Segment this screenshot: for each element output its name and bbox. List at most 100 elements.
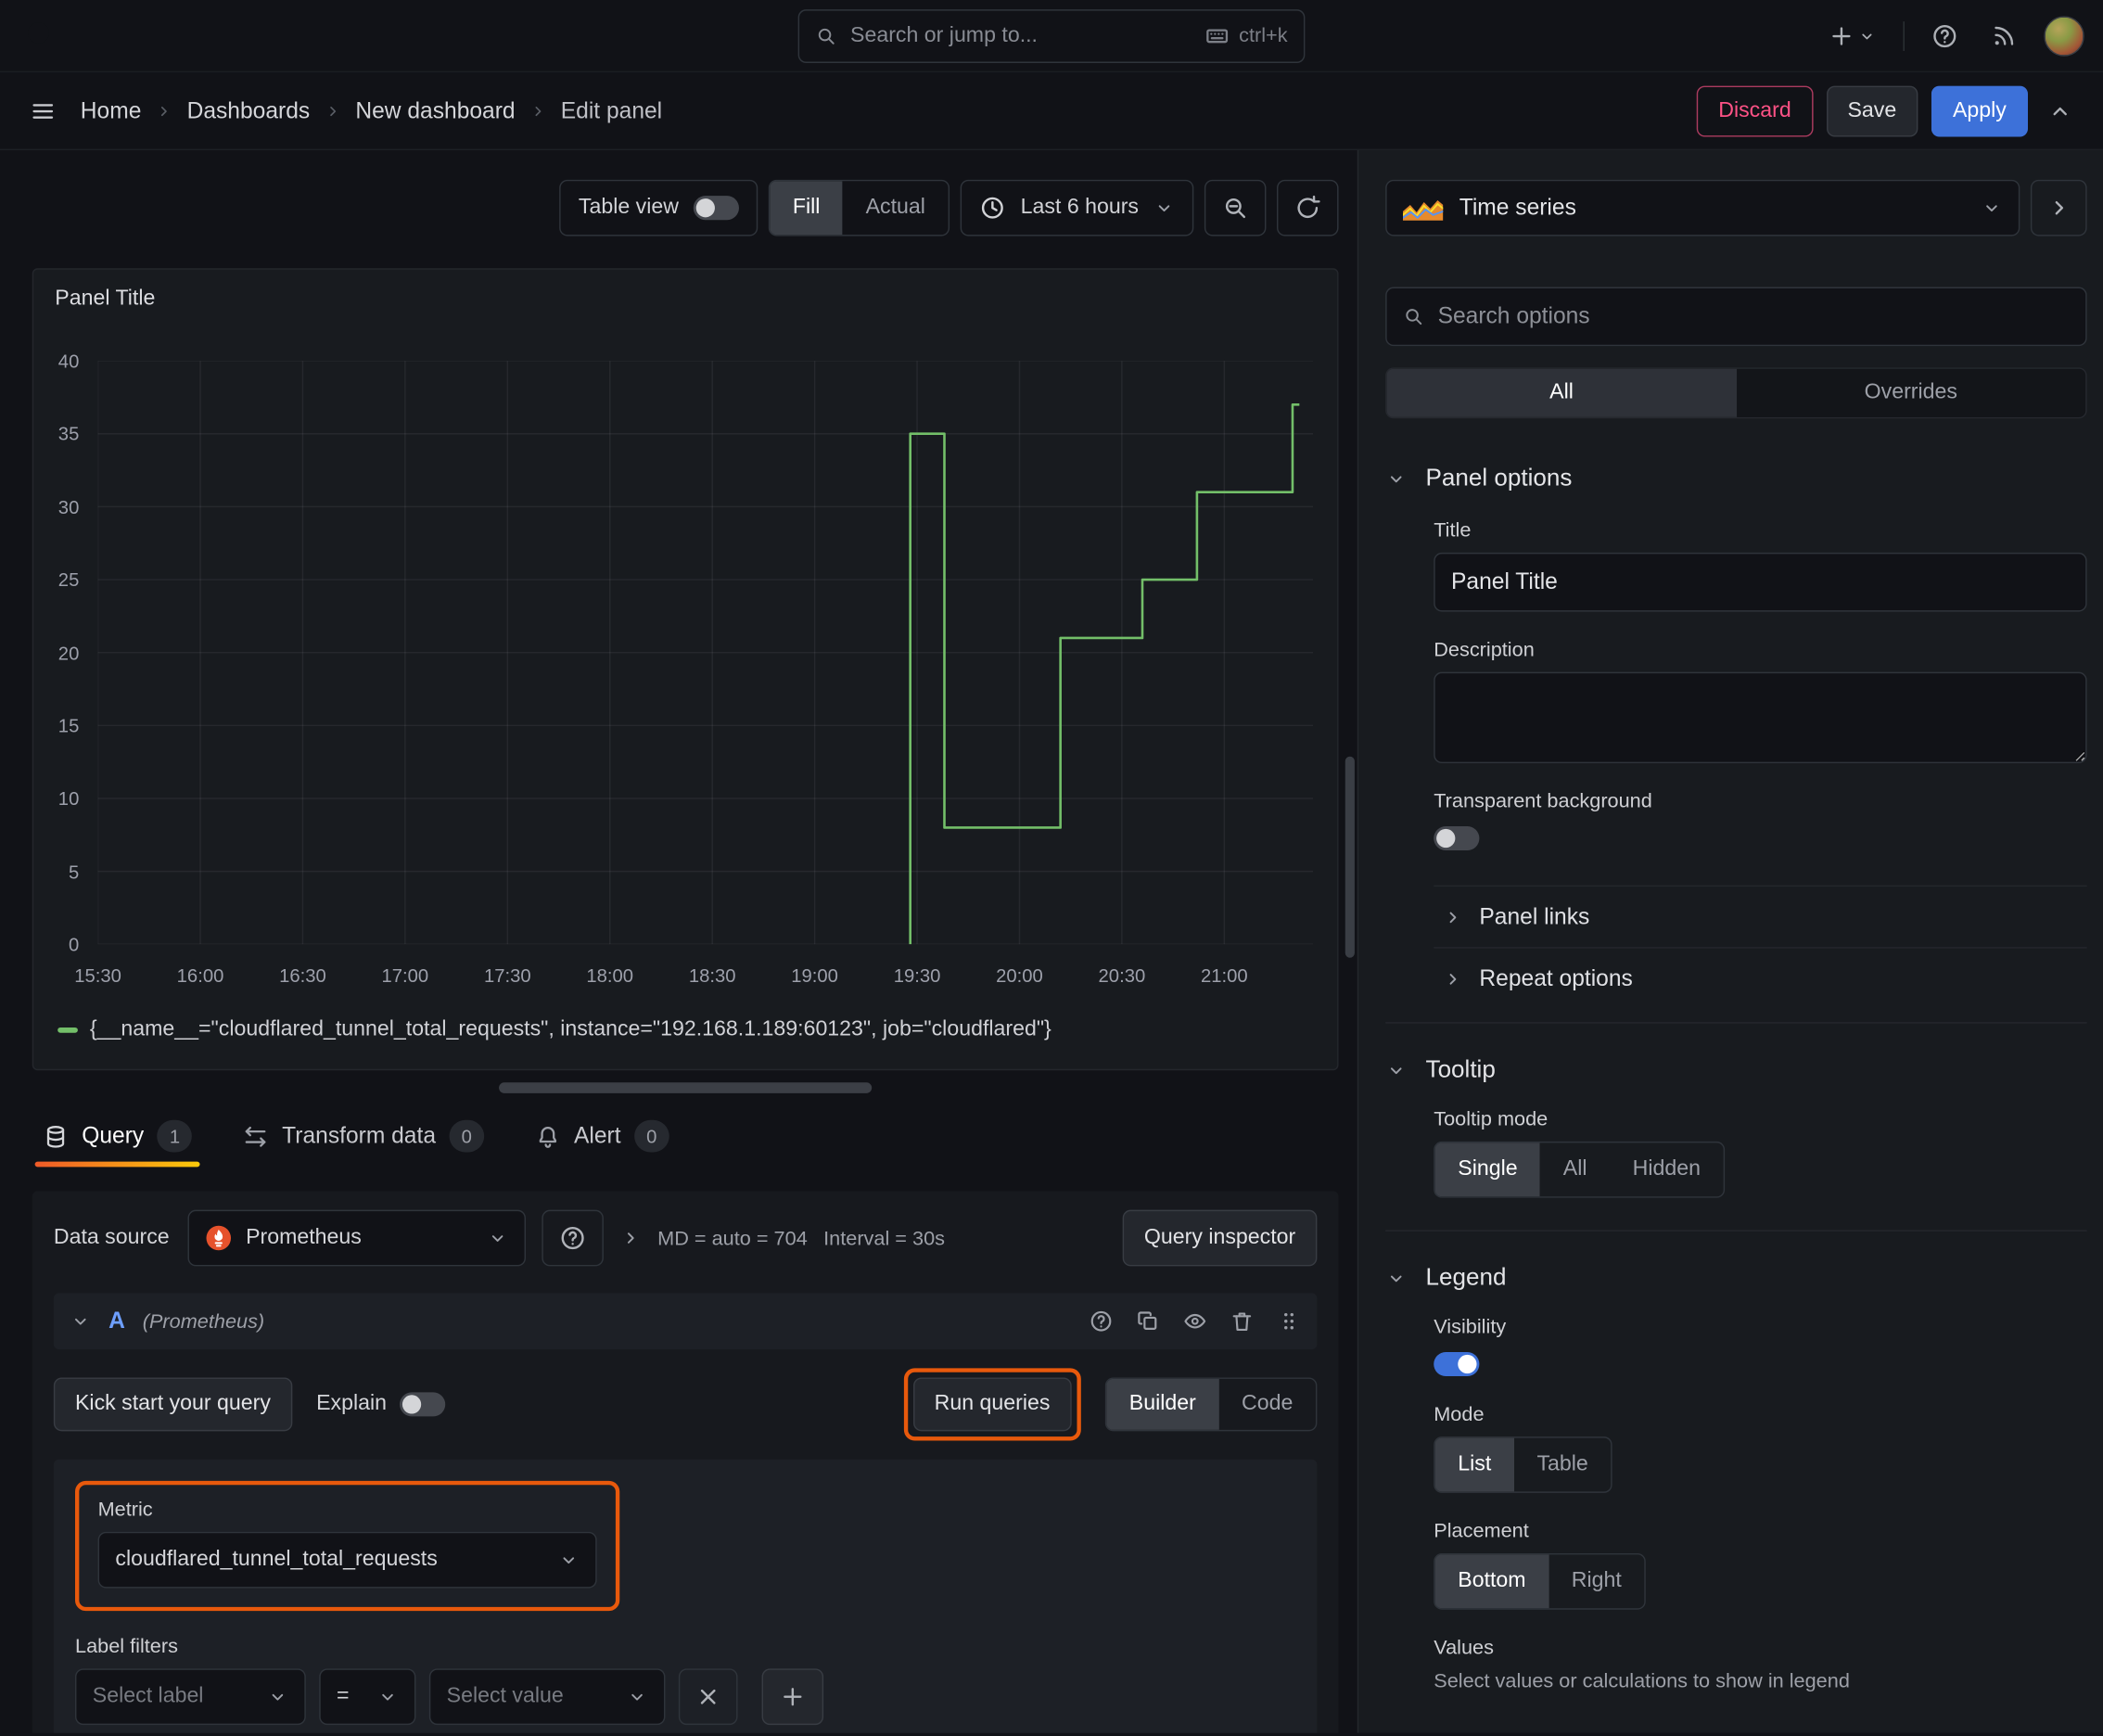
tooltip-header[interactable]: Tooltip bbox=[1385, 1055, 2086, 1083]
time-range-picker[interactable]: Last 6 hours bbox=[960, 179, 1194, 236]
x-axis-tick-label: 19:00 bbox=[791, 964, 838, 987]
tooltip-single-option[interactable]: Single bbox=[1434, 1142, 1541, 1197]
toggle-knob bbox=[1458, 1354, 1477, 1374]
legend-label[interactable]: {__name__="cloudflared_tunnel_total_requ… bbox=[90, 1018, 1052, 1042]
panel-links-label: Panel links bbox=[1479, 903, 1590, 929]
query-row-header[interactable]: A (Prometheus) bbox=[53, 1293, 1318, 1350]
discard-button[interactable]: Discard bbox=[1697, 84, 1813, 136]
panel-links-row[interactable]: Panel links bbox=[1434, 885, 2087, 948]
toggle-visibility-icon[interactable] bbox=[1183, 1309, 1207, 1334]
tab-query[interactable]: Query 1 bbox=[34, 1105, 201, 1168]
tooltip-hidden-option[interactable]: Hidden bbox=[1610, 1142, 1724, 1196]
legend-list-option[interactable]: List bbox=[1434, 1437, 1514, 1492]
query-options-expand[interactable] bbox=[620, 1227, 642, 1248]
duplicate-query-icon[interactable] bbox=[1136, 1309, 1160, 1334]
divider bbox=[1903, 20, 1905, 51]
legend-item[interactable]: {__name__="cloudflared_tunnel_total_requ… bbox=[57, 1018, 1052, 1042]
transparent-background-switch[interactable] bbox=[1434, 825, 1480, 851]
grafana-logo[interactable] bbox=[19, 13, 64, 58]
legend-table-option[interactable]: Table bbox=[1514, 1438, 1612, 1492]
avatar[interactable] bbox=[2044, 15, 2084, 57]
visualization-picker[interactable]: Time series bbox=[1385, 179, 2020, 236]
tooltip-all-option[interactable]: All bbox=[1540, 1142, 1610, 1196]
x-axis: 15:30 16:00 16:30 17:00 17:30 18:00 18:30 19:00… bbox=[74, 959, 1313, 989]
builder-option[interactable]: Builder bbox=[1106, 1378, 1219, 1430]
table-view-toggle[interactable]: Table view bbox=[559, 179, 758, 236]
collapse-header-button[interactable] bbox=[2041, 92, 2079, 129]
placement-right-option[interactable]: Right bbox=[1549, 1554, 1644, 1608]
kick-start-button[interactable]: Kick start your query bbox=[53, 1377, 293, 1432]
panel-resize-handle[interactable] bbox=[499, 1082, 873, 1093]
refresh-button[interactable] bbox=[1276, 179, 1339, 236]
query-ref-id: A bbox=[108, 1308, 125, 1334]
tab-transform-data[interactable]: Transform data 0 bbox=[236, 1105, 492, 1168]
scrollbar-thumb[interactable] bbox=[1345, 756, 1355, 958]
datasource-help-button[interactable] bbox=[542, 1209, 605, 1267]
zoom-out-button[interactable] bbox=[1204, 179, 1267, 236]
query-toolbar: Kick start your query Explain Run querie… bbox=[53, 1368, 1318, 1441]
filter-all-tab[interactable]: All bbox=[1386, 368, 1737, 417]
clock-icon bbox=[979, 195, 1006, 222]
fill-option[interactable]: Fill bbox=[770, 181, 844, 236]
datasource-picker[interactable]: Prometheus bbox=[187, 1209, 527, 1267]
filter-overrides-tab[interactable]: Overrides bbox=[1736, 368, 2086, 417]
actual-option[interactable]: Actual bbox=[843, 181, 948, 235]
tab-label: Query bbox=[82, 1122, 145, 1149]
code-option[interactable]: Code bbox=[1218, 1379, 1316, 1430]
select-label-dropdown[interactable]: Select label bbox=[74, 1668, 306, 1726]
fill-actual-group: Fill Actual bbox=[768, 179, 950, 236]
panel-title[interactable]: Panel Title bbox=[55, 287, 155, 312]
breadcrumb-home[interactable]: Home bbox=[81, 97, 142, 124]
add-filter-button[interactable] bbox=[761, 1668, 824, 1726]
legend-header[interactable]: Legend bbox=[1385, 1264, 2086, 1292]
save-button[interactable]: Save bbox=[1826, 84, 1918, 136]
breadcrumb-new-dashboard[interactable]: New dashboard bbox=[355, 97, 515, 124]
panel-editor-left: Table view Fill Actual Last 6 hours Pane… bbox=[0, 150, 1357, 1733]
delete-query-icon[interactable] bbox=[1230, 1309, 1254, 1334]
chart-plot-svg[interactable] bbox=[98, 361, 1313, 944]
legend-swatch[interactable] bbox=[57, 1027, 78, 1033]
legend-visibility-switch[interactable] bbox=[1434, 1351, 1480, 1377]
x-axis-tick-label: 18:00 bbox=[586, 964, 634, 987]
collapse-options-button[interactable] bbox=[2030, 179, 2087, 236]
query-inspector-button[interactable]: Query inspector bbox=[1122, 1209, 1318, 1267]
explain-switch[interactable] bbox=[400, 1392, 446, 1417]
select-value-dropdown[interactable]: Select value bbox=[428, 1668, 666, 1726]
metric-select[interactable]: cloudflared_tunnel_total_requests bbox=[97, 1531, 597, 1589]
repeat-options-row[interactable]: Repeat options bbox=[1434, 947, 2087, 1009]
remove-filter-button[interactable] bbox=[678, 1668, 738, 1726]
chart-plot[interactable] bbox=[98, 361, 1313, 944]
legend-fields: Visibility Mode List Table Placement Bot… bbox=[1434, 1316, 2086, 1692]
search-options-input[interactable]: Search options bbox=[1385, 287, 2087, 347]
placement-bottom-option[interactable]: Bottom bbox=[1434, 1554, 1549, 1609]
help-button[interactable] bbox=[1926, 17, 1964, 54]
mega-menu-button[interactable] bbox=[24, 92, 61, 129]
apply-button[interactable]: Apply bbox=[1931, 84, 2028, 136]
panel-title-input[interactable] bbox=[1434, 552, 2087, 612]
operator-dropdown[interactable]: = bbox=[319, 1668, 416, 1726]
legend-mode-label: Mode bbox=[1434, 1402, 1485, 1426]
tab-alert[interactable]: Alert 0 bbox=[527, 1105, 677, 1168]
legend-mode-group: List Table bbox=[1434, 1436, 1612, 1493]
rss-icon bbox=[1990, 22, 2017, 49]
collapse-query-icon[interactable] bbox=[70, 1310, 91, 1332]
editor-tabs: Query 1 Transform data 0 Alert 0 bbox=[32, 1105, 1339, 1168]
collapse-group: Panel links Repeat options bbox=[1434, 885, 2087, 1009]
search-placeholder: Search or jump to... bbox=[850, 23, 1038, 46]
query-help-icon[interactable] bbox=[1089, 1309, 1113, 1334]
new-menu-button[interactable] bbox=[1823, 17, 1882, 54]
table-view-switch[interactable] bbox=[693, 196, 740, 221]
search-input[interactable]: Search or jump to... ctrl+k bbox=[797, 8, 1306, 63]
drag-handle-icon[interactable] bbox=[1277, 1309, 1301, 1334]
legend-values-help: Select values or calculations to show in… bbox=[1434, 1669, 1850, 1693]
tooltip-mode-label: Tooltip mode bbox=[1434, 1107, 1549, 1131]
breadcrumb-dashboards[interactable]: Dashboards bbox=[187, 97, 311, 124]
news-button[interactable] bbox=[1985, 17, 2023, 54]
transform-icon bbox=[243, 1123, 268, 1148]
run-queries-button[interactable]: Run queries bbox=[912, 1377, 1072, 1432]
chevron-down-icon bbox=[1385, 1267, 1407, 1288]
search-options-placeholder: Search options bbox=[1437, 302, 1590, 329]
description-textarea[interactable] bbox=[1434, 671, 2087, 764]
panel-options-header[interactable]: Panel options bbox=[1385, 464, 2086, 491]
legend-placement-label: Placement bbox=[1434, 1519, 1529, 1543]
